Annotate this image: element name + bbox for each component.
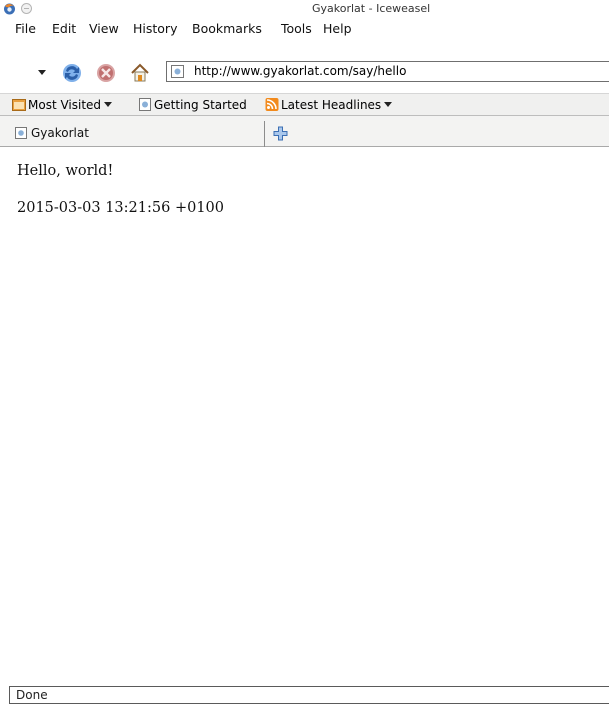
timestamp-text: 2015-03-03 13:21:56 +0100 xyxy=(17,200,224,216)
tab-label: Gyakorlat xyxy=(31,126,89,140)
bookmark-most-visited-label: Most Visited xyxy=(28,98,102,112)
tab-gyakorlat[interactable]: Gyakorlat xyxy=(7,121,265,147)
greeting-text: Hello, world! xyxy=(17,163,114,179)
page-icon xyxy=(15,127,27,139)
bookmarks-toolbar: Most Visited Getting Started Latest Head… xyxy=(0,93,609,116)
navigation-toolbar: http://www.gyakorlat.com/say/hello xyxy=(0,40,609,93)
stop-icon[interactable] xyxy=(95,62,117,84)
home-icon[interactable] xyxy=(129,62,151,84)
history-dropdown-icon[interactable] xyxy=(38,70,46,75)
menu-edit[interactable]: Edit xyxy=(52,21,76,36)
new-tab-icon[interactable] xyxy=(273,126,288,141)
menu-history[interactable]: History xyxy=(133,21,177,36)
chevron-down-icon xyxy=(104,102,113,107)
menu-bar: File Edit View History Bookmarks Tools H… xyxy=(0,18,609,40)
rss-icon xyxy=(265,98,279,111)
most-visited-icon xyxy=(12,99,26,111)
tab-strip: Gyakorlat xyxy=(0,116,609,147)
bookmark-getting-started[interactable]: Getting Started xyxy=(138,98,247,112)
bookmark-latest-headlines-label: Latest Headlines xyxy=(281,98,382,112)
url-bar[interactable]: http://www.gyakorlat.com/say/hello xyxy=(166,61,609,82)
menu-tools[interactable]: Tools xyxy=(281,21,312,36)
status-bar: Done xyxy=(9,686,609,704)
bookmark-latest-headlines[interactable]: Latest Headlines xyxy=(265,98,393,112)
page-icon xyxy=(139,98,151,111)
bookmark-most-visited[interactable]: Most Visited xyxy=(12,98,113,112)
menu-file[interactable]: File xyxy=(15,21,36,36)
menu-bookmarks[interactable]: Bookmarks xyxy=(192,21,262,36)
menu-view[interactable]: View xyxy=(89,21,119,36)
url-text[interactable]: http://www.gyakorlat.com/say/hello xyxy=(194,64,406,78)
bookmark-getting-started-label: Getting Started xyxy=(154,98,247,112)
status-text: Done xyxy=(16,688,48,702)
reload-icon[interactable] xyxy=(61,62,83,84)
menu-help[interactable]: Help xyxy=(323,21,352,36)
window-titlebar: Gyakorlat - Iceweasel xyxy=(0,0,609,18)
page-favicon-icon xyxy=(171,65,184,78)
chevron-down-icon xyxy=(384,102,393,107)
page-content: Hello, world! 2015-03-03 13:21:56 +0100 xyxy=(0,147,609,685)
window-title: Gyakorlat - Iceweasel xyxy=(312,2,431,15)
